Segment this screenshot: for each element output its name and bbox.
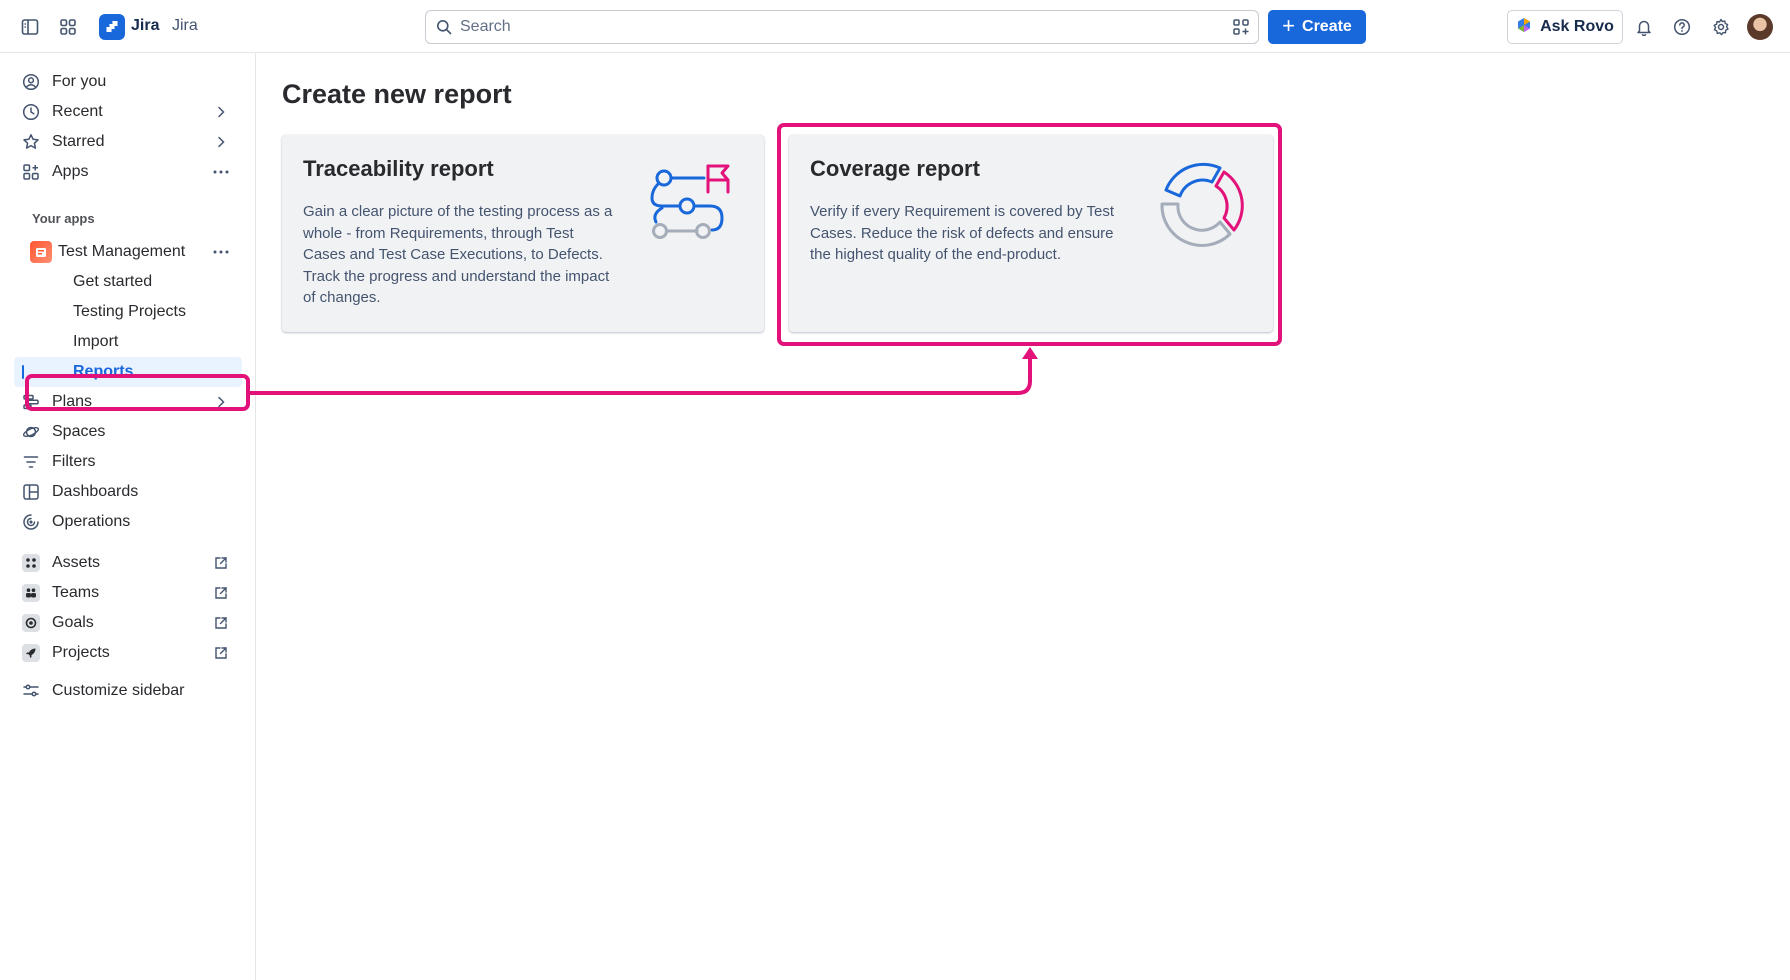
sidebar-item-label: Apps	[52, 163, 89, 180]
more-options-icon[interactable]	[212, 163, 230, 181]
brand-name[interactable]: Jira	[131, 17, 159, 35]
external-link-icon[interactable]	[212, 584, 230, 602]
card-title: Traceability report	[303, 156, 494, 181]
arrow-head	[1022, 347, 1038, 359]
site-name[interactable]: Jira	[172, 17, 198, 35]
ask-rovo-button[interactable]: Ask Rovo	[1507, 10, 1623, 44]
connector-arrow	[248, 354, 1032, 395]
sidebar-item-starred[interactable]: Starred	[14, 127, 242, 157]
sidebar-item-label: Recent	[52, 103, 103, 120]
sidebar-item-plans[interactable]: Plans	[14, 387, 242, 417]
star-icon	[19, 130, 43, 154]
chevron-right-icon[interactable]	[212, 103, 230, 121]
top-navigation-bar: Jira Jira + Create Ask Rovo	[0, 0, 1790, 53]
card-title: Coverage report	[810, 156, 980, 181]
teams-icon	[22, 584, 40, 602]
search-icon	[436, 19, 452, 40]
external-link-icon[interactable]	[212, 554, 230, 572]
sidebar-item-label: Goals	[52, 614, 94, 631]
sidebar-item-label: Import	[73, 333, 119, 350]
plus-icon: +	[1282, 13, 1296, 38]
sidebar-item-operations[interactable]: Operations	[14, 507, 242, 537]
sidebar-item-dashboards[interactable]: Dashboards	[14, 477, 242, 507]
person-circle-icon	[19, 70, 43, 94]
external-link-icon[interactable]	[212, 644, 230, 662]
notifications-bell-icon[interactable]	[1631, 14, 1657, 40]
active-indicator	[22, 365, 24, 379]
app-switcher-icon[interactable]	[55, 14, 81, 40]
sidebar-item-label: For you	[52, 73, 107, 90]
clock-icon	[19, 100, 43, 124]
traceability-illustration-icon	[644, 160, 736, 257]
customize-sliders-icon	[19, 679, 43, 703]
sidebar-item-label: Spaces	[52, 423, 106, 440]
more-options-icon[interactable]	[212, 243, 230, 261]
sidebar-item-for-you[interactable]: For you	[14, 67, 242, 97]
page-title: Create new report	[282, 79, 512, 109]
jira-logo-icon[interactable]	[99, 14, 125, 40]
chevron-right-icon[interactable]	[212, 133, 230, 151]
sidebar-item-label: Testing Projects	[73, 303, 186, 320]
spaces-icon	[19, 420, 43, 444]
sidebar-item-spaces[interactable]: Spaces	[14, 417, 242, 447]
dashboard-icon	[19, 480, 43, 504]
sidebar-item-teams[interactable]: Teams	[14, 578, 242, 608]
sidebar-toggle-icon[interactable]	[17, 14, 43, 40]
sidebar-item-get-started[interactable]: Get started	[14, 267, 242, 297]
plans-icon	[19, 390, 43, 414]
sidebar-item-recent[interactable]: Recent	[14, 97, 242, 127]
your-apps-heading: Your apps	[32, 211, 95, 226]
sidebar-item-label: Teams	[52, 584, 100, 601]
sidebar-item-reports[interactable]: Reports	[14, 357, 242, 387]
sidebar-item-import[interactable]: Import	[14, 327, 242, 357]
sidebar-item-projects[interactable]: Projects	[14, 638, 242, 668]
sidebar-item-label: Get started	[73, 273, 153, 290]
search-input[interactable]	[460, 11, 1160, 43]
sidebar-item-apps[interactable]: Apps	[14, 157, 242, 187]
coverage-report-card[interactable]: Coverage report Verify if every Requirem…	[789, 135, 1273, 332]
create-button-label: Create	[1302, 18, 1352, 35]
sidebar-item-label: Projects	[52, 644, 110, 661]
sidebar-customize[interactable]: Customize sidebar	[14, 676, 242, 706]
sidebar-item-label: Test Management	[58, 243, 186, 260]
goals-icon	[22, 614, 40, 632]
traceability-report-card[interactable]: Traceability report Gain a clear picture…	[282, 135, 764, 332]
sidebar-item-label: Assets	[52, 554, 101, 571]
operations-icon	[19, 510, 43, 534]
card-description: Verify if every Requirement is covered b…	[810, 203, 1115, 263]
coverage-illustration-icon	[1154, 160, 1246, 257]
sidebar-item-test-management[interactable]: Test Management	[14, 237, 242, 267]
sidebar-item-label: Customize sidebar	[52, 682, 185, 699]
sidebar-item-label: Reports	[73, 363, 134, 380]
user-avatar[interactable]	[1747, 14, 1773, 40]
sidebar-item-filters[interactable]: Filters	[14, 447, 242, 477]
chevron-right-icon[interactable]	[212, 393, 230, 411]
projects-icon	[22, 644, 40, 662]
apps-icon	[19, 160, 43, 184]
create-button[interactable]: + Create	[1268, 10, 1366, 44]
sidebar-item-label: Plans	[52, 393, 93, 410]
search-box[interactable]	[425, 10, 1259, 44]
sidebar: For you Recent Starred Apps Your apps Te…	[0, 53, 256, 980]
filter-icon	[19, 450, 43, 474]
settings-gear-icon[interactable]	[1708, 14, 1734, 40]
sidebar-item-label: Filters	[52, 453, 96, 470]
sidebar-item-assets[interactable]: Assets	[14, 548, 242, 578]
sidebar-item-label: Operations	[52, 513, 131, 530]
sidebar-item-label: Dashboards	[52, 483, 139, 500]
sidebar-item-goals[interactable]: Goals	[14, 608, 242, 638]
rovo-icon	[1516, 17, 1532, 38]
search-filter-icon[interactable]	[1232, 18, 1250, 41]
external-link-icon[interactable]	[212, 614, 230, 632]
sidebar-item-label: Starred	[52, 133, 105, 150]
sidebar-item-testing-projects[interactable]: Testing Projects	[14, 297, 242, 327]
test-management-app-icon	[30, 241, 52, 263]
assets-icon	[22, 554, 40, 572]
help-icon[interactable]	[1669, 14, 1695, 40]
ask-rovo-label: Ask Rovo	[1540, 18, 1614, 35]
card-description: Gain a clear picture of the testing proc…	[303, 203, 613, 306]
